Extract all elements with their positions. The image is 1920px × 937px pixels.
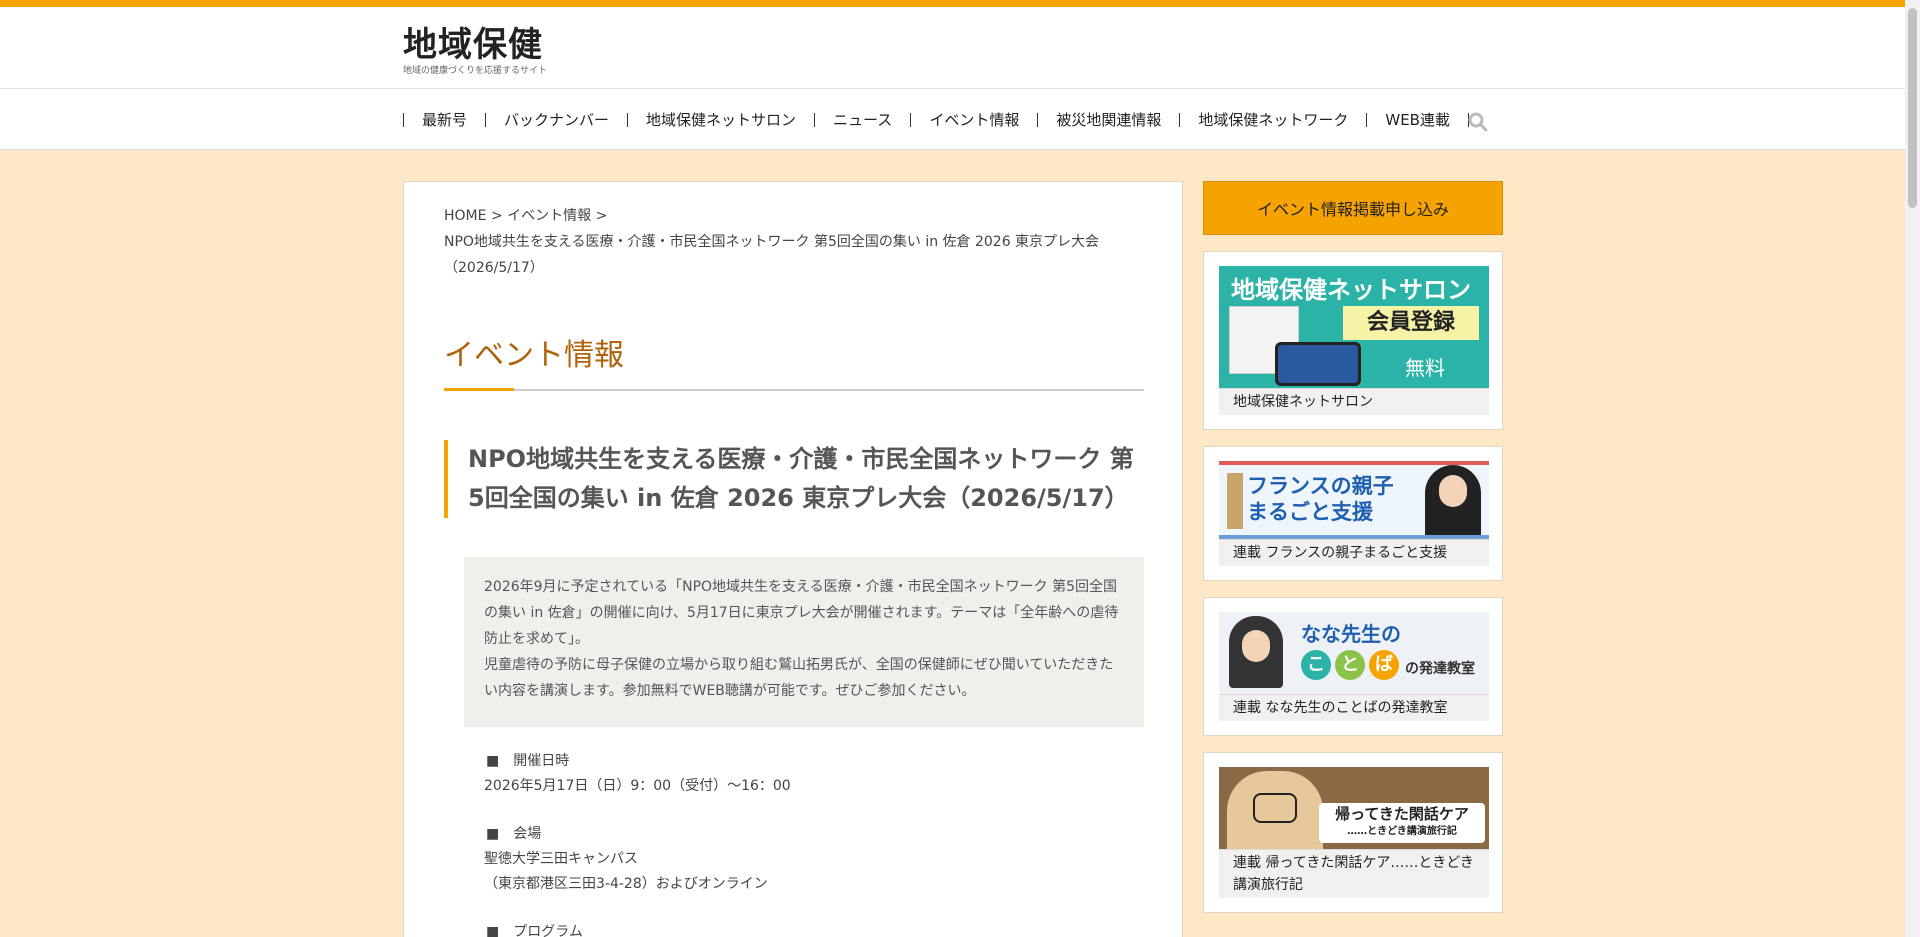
breadcrumb-separator: > [490, 208, 503, 224]
site-logo[interactable]: 地域保健 地域の健康づくりを応援するサイト [403, 25, 547, 76]
event-title: NPO地域共生を支える医療・介護・市民全国ネットワーク 第5回全国の集い in … [444, 440, 1144, 518]
sidebar: イベント情報掲載申し込み 地域保健ネットサロン 会員登録 無料 地域保健ネットサ… [1203, 181, 1503, 913]
banner-title: フランスの親子 まるごと支援 [1247, 473, 1394, 525]
program-label: プログラム [484, 920, 583, 937]
banner-char: と [1335, 650, 1365, 680]
banner-france[interactable]: フランスの親子 まるごと支援 [1219, 461, 1489, 539]
card-caption[interactable]: 連載 なな先生のことばの発達教室 [1219, 694, 1489, 721]
banner-char: ば [1369, 650, 1399, 680]
banner-subtitle: ……ときどき講演旅行記 [1347, 826, 1457, 837]
nav-item-net-salon[interactable]: 地域保健ネットサロン [627, 112, 814, 127]
card-caption[interactable]: 連載 帰ってきた閑話ケア……ときどき講演旅行記 [1219, 849, 1489, 898]
nav-item-events[interactable]: イベント情報 [910, 112, 1037, 127]
date-value: 2026年5月17日（日）9：00（受付）～16：00 [484, 778, 791, 794]
banner-line: まるごと支援 [1247, 500, 1373, 524]
banner-nana-sensei[interactable]: なな先生の こ と ば の発達教室 [1219, 612, 1489, 694]
breadcrumb-category[interactable]: イベント情報 [507, 208, 591, 224]
nav-item-back-numbers[interactable]: バックナンバー [485, 112, 627, 127]
banner-char: こ [1301, 650, 1331, 680]
banner-title-box: 帰ってきた閑話ケア ……ときどき講演旅行記 [1319, 803, 1485, 843]
nav-item-web-series[interactable]: WEB連載 [1366, 112, 1469, 127]
card-caption[interactable]: 地域保健ネットサロン [1219, 388, 1489, 415]
nav-item-network[interactable]: 地域保健ネットワーク [1179, 112, 1366, 127]
breadcrumb-separator: > [595, 208, 608, 224]
site-header: 地域保健 地域の健康づくりを応援するサイト [0, 7, 1920, 89]
banner-title: 帰ってきた閑話ケア [1335, 805, 1469, 823]
page-scrollbar[interactable] [1905, 0, 1920, 937]
breadcrumb-home[interactable]: HOME [444, 208, 486, 224]
phone-icon [1275, 342, 1361, 386]
event-venue: 会場 聖徳大学三田キャンパス （東京都港区三田3-4-28）およびオンライン [484, 822, 768, 897]
author-photo [1425, 465, 1481, 535]
date-label: 開催日時 [484, 749, 791, 774]
top-accent-bar [0, 0, 1920, 7]
sidebar-card-france[interactable]: フランスの親子 まるごと支援 連載 フランスの親子まるごと支援 [1203, 446, 1503, 581]
nav-item-disaster[interactable]: 被災地関連情報 [1037, 112, 1179, 127]
event-apply-button[interactable]: イベント情報掲載申し込み [1203, 181, 1503, 235]
title-divider-accent [444, 388, 514, 391]
venue-address: （東京都港区三田3-4-28）およびオンライン [484, 876, 768, 892]
search-icon[interactable] [1468, 112, 1488, 132]
card-caption[interactable]: 連載 フランスの親子まるごと支援 [1219, 539, 1489, 566]
banner-kotoba: こ と ば [1301, 650, 1399, 680]
banner-title: なな先生の [1301, 622, 1401, 646]
banner-subtitle: の発達教室 [1405, 661, 1475, 677]
eiffel-tower-icon [1227, 473, 1243, 529]
logo-subtitle: 地域の健康づくりを応援するサイト [403, 66, 548, 76]
page-title: イベント情報 [444, 338, 624, 373]
banner-title: 地域保健ネットサロン [1231, 276, 1471, 304]
breadcrumb: HOME > イベント情報 > NPO地域共生を支える医療・介護・市民全国ネット… [444, 203, 1144, 281]
summary-paragraph: 児童虐待の予防に母子保健の立場から取り組む鷲山拓男氏が、全国の保健師にぜひ聞いて… [484, 657, 1114, 699]
banner-line: フランスの親子 [1247, 474, 1394, 498]
main-nav: 最新号 バックナンバー 地域保健ネットサロン ニュース イベント情報 被災地関連… [0, 89, 1920, 150]
scrollbar-thumb[interactable] [1908, 8, 1917, 208]
author-photo [1229, 616, 1283, 688]
nav-item-latest[interactable]: 最新号 [403, 112, 485, 127]
sidebar-card-net-salon[interactable]: 地域保健ネットサロン 会員登録 無料 地域保健ネットサロン [1203, 251, 1503, 430]
illustration-icon [1227, 771, 1323, 849]
event-summary: 2026年9月に予定されている「NPO地域共生を支える医療・介護・市民全国ネット… [464, 557, 1144, 727]
logo-title: 地域保健 [403, 25, 543, 65]
venue-label: 会場 [484, 822, 768, 847]
venue-value: 聖徳大学三田キャンパス [484, 851, 638, 867]
main-content: HOME > イベント情報 > NPO地域共生を支える医療・介護・市民全国ネット… [403, 181, 1183, 937]
nav-item-news[interactable]: ニュース [814, 112, 910, 127]
banner-net-salon[interactable]: 地域保健ネットサロン 会員登録 無料 [1219, 266, 1489, 388]
breadcrumb-current: NPO地域共生を支える医療・介護・市民全国ネットワーク 第5回全国の集い in … [444, 234, 1100, 276]
title-divider [444, 389, 1144, 391]
event-program: プログラム [484, 920, 583, 937]
event-date: 開催日時 2026年5月17日（日）9：00（受付）～16：00 [484, 749, 791, 799]
banner-kanwa-care[interactable]: 帰ってきた閑話ケア ……ときどき講演旅行記 [1219, 767, 1489, 849]
sidebar-card-kanwa-care[interactable]: 帰ってきた閑話ケア ……ときどき講演旅行記 連載 帰ってきた閑話ケア……ときどき… [1203, 752, 1503, 913]
sidebar-card-nana-sensei[interactable]: なな先生の こ と ば の発達教室 連載 なな先生のことばの発達教室 [1203, 597, 1503, 736]
banner-register: 会員登録 [1343, 306, 1479, 340]
summary-paragraph: 2026年9月に予定されている「NPO地域共生を支える医療・介護・市民全国ネット… [484, 579, 1119, 647]
banner-free: 無料 [1405, 356, 1445, 380]
